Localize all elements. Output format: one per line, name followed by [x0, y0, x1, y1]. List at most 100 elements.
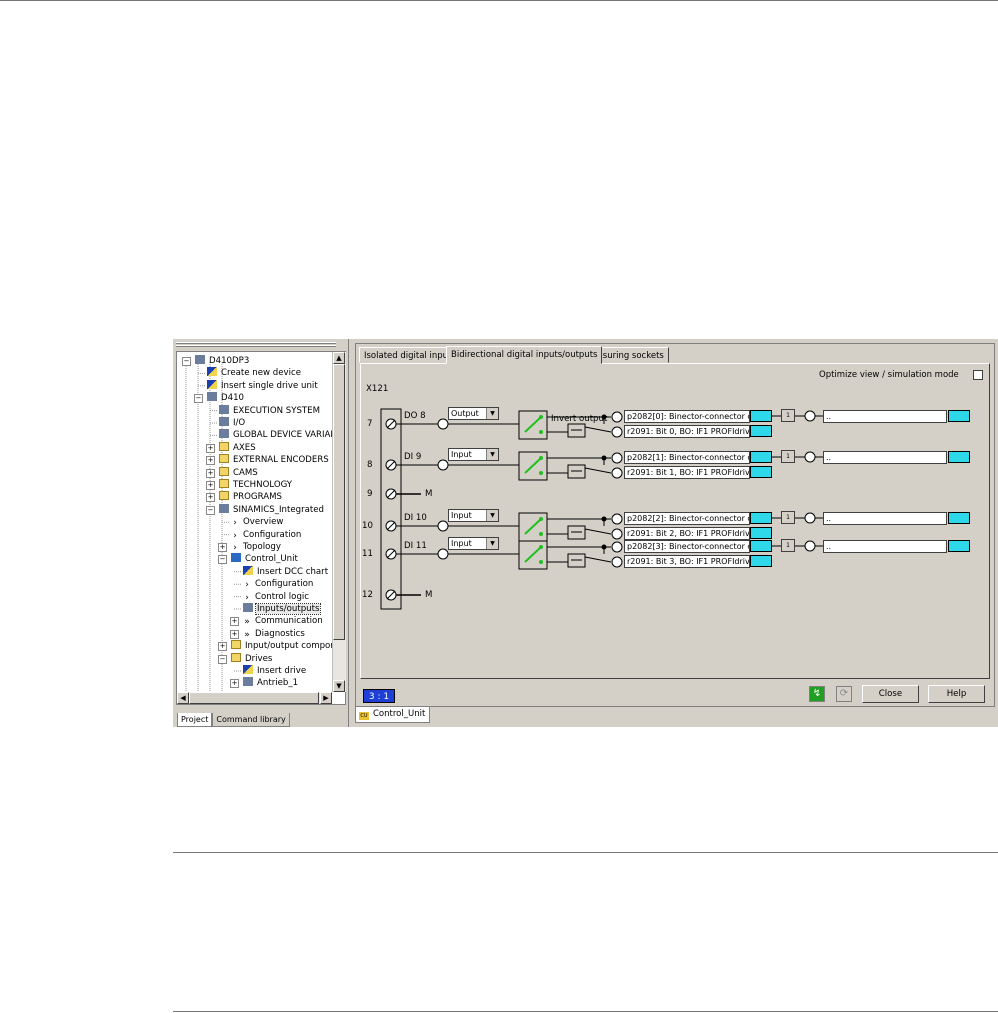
- tree-item[interactable]: CAMS: [219, 466, 259, 479]
- dropdown-arrow-icon[interactable]: ▼: [486, 449, 498, 460]
- tree-item[interactable]: Insert single drive unit: [207, 379, 319, 392]
- scroll-up-icon[interactable]: ▲: [333, 352, 345, 364]
- switch-contact: [539, 517, 543, 521]
- help-button[interactable]: Help: [928, 685, 985, 703]
- download-icon[interactable]: ↯: [809, 686, 825, 702]
- expand-icon[interactable]: +: [230, 617, 239, 627]
- tree-vertical-scrollbar[interactable]: ▲ ▼: [332, 352, 346, 692]
- connect-parameter-button[interactable]: [750, 512, 772, 524]
- collapse-icon[interactable]: −: [194, 394, 203, 404]
- tree-item[interactable]: GLOBAL DEVICE VARIABI: [219, 429, 340, 441]
- refresh-icon[interactable]: ⟳: [836, 686, 852, 702]
- collapse-icon[interactable]: −: [182, 357, 191, 366]
- connect-parameter-button[interactable]: [750, 425, 772, 437]
- output-box-label: 1: [786, 514, 790, 521]
- close-button[interactable]: Close: [862, 685, 919, 703]
- tree-item[interactable]: Inputs/outputs: [243, 603, 322, 615]
- tree-item[interactable]: PROGRAMS: [219, 491, 283, 503]
- tab-command-library[interactable]: Command library: [212, 713, 290, 727]
- expand-icon[interactable]: +: [218, 543, 227, 552]
- terminal-number: 9: [367, 489, 373, 499]
- connect-parameter-button[interactable]: [750, 410, 772, 422]
- tree-item-label: EXTERNAL ENCODERS: [233, 455, 329, 466]
- terminal-number: 10: [362, 521, 373, 531]
- tab-bidirectional-digital-io[interactable]: Bidirectional digital inputs/outputs: [446, 346, 603, 364]
- tree-item[interactable]: D410DP3: [195, 355, 250, 367]
- r-parameter-field: r2091: Bit 2, BO: IF1 PROFIdrive: [624, 527, 750, 540]
- connect-parameter-button[interactable]: [750, 451, 772, 463]
- mode-select[interactable]: Input ▼: [448, 448, 499, 461]
- tree-item[interactable]: EXECUTION SYSTEM: [219, 404, 321, 417]
- tree-item[interactable]: I/O: [219, 417, 246, 429]
- tree-item[interactable]: › Control logic: [243, 591, 310, 603]
- r-parameter-field: r2091: Bit 1, BO: IF1 PROFIdrive: [624, 466, 750, 479]
- expand-icon[interactable]: +: [206, 493, 215, 503]
- tree-horizontal-scrollbar[interactable]: ◀ ▶: [177, 692, 332, 704]
- control-unit-document-tab[interactable]: CU Control_Unit: [355, 707, 430, 723]
- tree-item[interactable]: › Topology: [231, 541, 282, 553]
- expand-icon[interactable]: +: [206, 468, 215, 478]
- output-value-field[interactable]: ..: [823, 410, 947, 423]
- tree-item[interactable]: Antrieb_1: [243, 677, 299, 689]
- panel-grip[interactable]: [176, 342, 336, 348]
- tree-item[interactable]: Insert DCC chart: [243, 565, 329, 578]
- dropdown-arrow-icon[interactable]: ▼: [486, 538, 498, 549]
- p-parameter-field[interactable]: p2082[1]: Binector-connector cc: [624, 451, 750, 464]
- tree-item[interactable]: EXTERNAL ENCODERS: [219, 454, 330, 466]
- tree-item[interactable]: Control_Unit: [231, 553, 299, 565]
- output-value-field[interactable]: ..: [823, 540, 947, 553]
- tree-item[interactable]: TECHNOLOGY: [219, 479, 293, 491]
- expand-icon[interactable]: +: [218, 642, 227, 652]
- tree-item[interactable]: › Configuration: [243, 578, 314, 590]
- connect-output-button[interactable]: [948, 540, 970, 552]
- connect-parameter-button[interactable]: [750, 540, 772, 552]
- project-navigator: D410DP3 − Create new device Insert single d…: [173, 339, 349, 727]
- connect-parameter-button[interactable]: [750, 555, 772, 567]
- mode-select[interactable]: Input ▼: [448, 509, 499, 522]
- scroll-left-icon[interactable]: ◀: [177, 692, 189, 704]
- tab-project[interactable]: Project: [177, 713, 213, 727]
- scroll-right-icon[interactable]: ▶: [320, 692, 332, 704]
- output-value-field[interactable]: ..: [823, 451, 947, 464]
- expand-icon[interactable]: +: [230, 629, 239, 639]
- connect-parameter-button[interactable]: [750, 527, 772, 539]
- scroll-thumb[interactable]: [333, 364, 345, 640]
- hscroll-thumb[interactable]: [189, 692, 319, 704]
- p-parameter-field[interactable]: p2082[0]: Binector-connector cc: [624, 410, 750, 423]
- connect-output-button[interactable]: [948, 410, 970, 422]
- expand-icon[interactable]: +: [206, 481, 215, 490]
- scroll-down-icon[interactable]: ▼: [333, 680, 345, 692]
- p-parameter-field[interactable]: p2082[2]: Binector-connector cc: [624, 512, 750, 525]
- connect-output-button[interactable]: [948, 451, 970, 463]
- tree-item[interactable]: › Overview: [231, 516, 284, 528]
- expand-icon[interactable]: +: [230, 679, 239, 689]
- r-parameter-text: r2091: Bit 1, BO: IF1 PROFIdrive: [627, 468, 750, 477]
- tree-item[interactable]: Create new device: [207, 367, 302, 379]
- tree-item[interactable]: » Diagnostics: [243, 628, 306, 640]
- tree-item[interactable]: Drives: [231, 652, 273, 665]
- connect-output-button[interactable]: [948, 512, 970, 524]
- collapse-icon[interactable]: −: [206, 505, 215, 515]
- tree-item[interactable]: Insert drive: [243, 665, 307, 677]
- tree-item[interactable]: » Communication: [243, 615, 324, 627]
- connect-parameter-button[interactable]: [750, 466, 772, 478]
- tree-item[interactable]: AXES: [219, 441, 257, 454]
- folder-icon: [219, 479, 229, 488]
- tree-item[interactable]: Input/output compor: [231, 640, 335, 652]
- tree-item[interactable]: D410: [207, 392, 245, 404]
- mode-select[interactable]: Input ▼: [448, 537, 499, 550]
- expand-icon[interactable]: +: [206, 443, 215, 453]
- r-parameter-field: r2091: Bit 0, BO: IF1 PROFIdrive: [624, 425, 750, 438]
- tree-item[interactable]: SINAMICS_Integrated: [219, 503, 325, 516]
- expand-icon[interactable]: +: [206, 456, 215, 466]
- dropdown-arrow-icon[interactable]: ▼: [486, 408, 498, 419]
- collapse-icon[interactable]: −: [218, 555, 227, 565]
- dropdown-arrow-icon[interactable]: ▼: [486, 510, 498, 521]
- output-value-field[interactable]: ..: [823, 512, 947, 525]
- mode-select[interactable]: Output ▼: [448, 407, 499, 420]
- p-parameter-field[interactable]: p2082[3]: Binector-connector cc: [624, 540, 750, 553]
- collapse-icon[interactable]: −: [218, 654, 227, 664]
- tree-item[interactable]: › Configuration: [231, 529, 302, 541]
- tree-item-label: Insert DCC chart: [257, 566, 329, 577]
- folder-icon: [231, 640, 241, 650]
